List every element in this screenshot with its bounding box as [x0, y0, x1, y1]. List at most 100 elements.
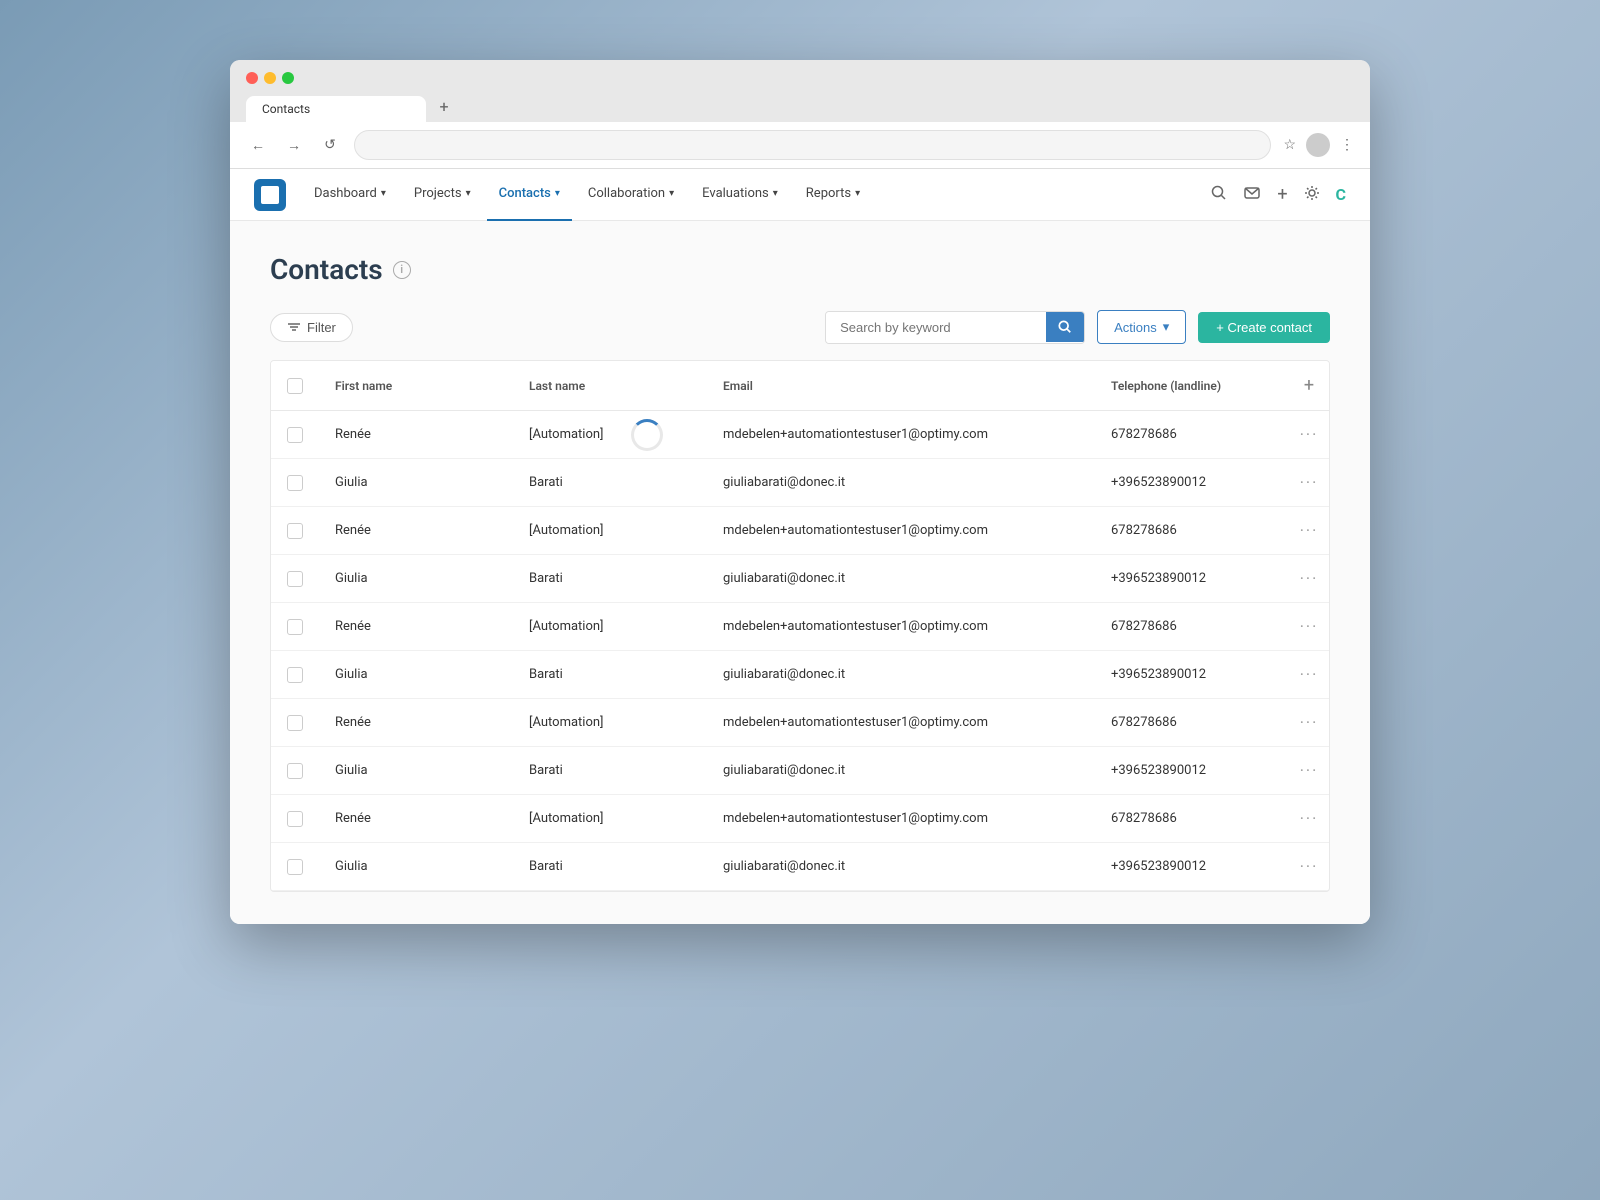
th-add-column[interactable]: +: [1289, 361, 1329, 410]
th-checkbox: [271, 361, 319, 410]
contacts-table: First name Last name Email Telephone (la…: [270, 360, 1330, 892]
notification-icon[interactable]: [1243, 185, 1261, 205]
row-actions-menu[interactable]: ···: [1289, 651, 1329, 698]
actions-chevron: ▾: [1163, 319, 1170, 335]
nav-item-contacts[interactable]: Contacts ▾: [487, 169, 572, 221]
row-last-name: [Automation]: [513, 701, 707, 744]
row-telephone: +396523890012: [1095, 845, 1289, 888]
nav-contacts-chevron: ▾: [555, 188, 560, 199]
page-content: Contacts i Filter: [230, 221, 1370, 924]
row-checkbox[interactable]: [287, 571, 303, 587]
nav-item-collaboration[interactable]: Collaboration ▾: [576, 169, 686, 221]
table-row: Giulia Barati giuliabarati@donec.it +396…: [271, 459, 1329, 507]
app-content: Dashboard ▾ Projects ▾ Contacts ▾ Collab…: [230, 169, 1370, 924]
table-row: Renée [Automation] mdebelen+automationte…: [271, 699, 1329, 747]
row-email: giuliabarati@donec.it: [707, 845, 1095, 888]
row-checkbox[interactable]: [287, 475, 303, 491]
row-first-name: Renée: [319, 605, 513, 648]
active-tab[interactable]: Contacts: [246, 96, 426, 122]
row-actions-menu[interactable]: ···: [1289, 699, 1329, 746]
row-email: mdebelen+automationtestuser1@optimy.com: [707, 797, 1095, 840]
actions-label: Actions: [1114, 320, 1157, 335]
nav-item-dashboard[interactable]: Dashboard ▾: [302, 169, 398, 221]
nav-item-evaluations[interactable]: Evaluations ▾: [690, 169, 790, 221]
filter-button[interactable]: Filter: [270, 313, 353, 342]
search-input[interactable]: [826, 312, 1046, 343]
row-checkbox[interactable]: [287, 715, 303, 731]
row-actions-menu[interactable]: ···: [1289, 603, 1329, 650]
back-button[interactable]: ←: [246, 133, 270, 157]
row-actions-menu[interactable]: ···: [1289, 747, 1329, 794]
nav-item-reports[interactable]: Reports ▾: [794, 169, 872, 221]
row-actions-menu[interactable]: ···: [1289, 411, 1329, 458]
row-actions-menu[interactable]: ···: [1289, 555, 1329, 602]
add-icon[interactable]: +: [1277, 184, 1287, 205]
browser-addressbar: ← → ↺ ☆ ⋮: [230, 122, 1370, 169]
row-checkbox-cell: [271, 509, 319, 553]
row-email: mdebelen+automationtestuser1@optimy.com: [707, 605, 1095, 648]
row-checkbox-cell: [271, 413, 319, 457]
row-last-name: Barati: [513, 461, 707, 504]
row-checkbox[interactable]: [287, 763, 303, 779]
table-header: First name Last name Email Telephone (la…: [271, 361, 1329, 411]
row-first-name: Giulia: [319, 461, 513, 504]
nav-right-icons: + C: [1211, 184, 1346, 205]
row-actions-menu[interactable]: ···: [1289, 795, 1329, 842]
nav-dashboard-label: Dashboard: [314, 186, 377, 201]
actions-button[interactable]: Actions ▾: [1097, 310, 1186, 344]
search-submit-icon: [1058, 320, 1072, 334]
row-checkbox[interactable]: [287, 667, 303, 683]
row-telephone: 678278686: [1095, 509, 1289, 552]
select-all-checkbox[interactable]: [287, 378, 303, 394]
row-last-name: [Automation]: [513, 605, 707, 648]
browser-actions: ☆ ⋮: [1283, 133, 1354, 157]
table-body: Renée [Automation] mdebelen+automationte…: [271, 411, 1329, 891]
user-avatar[interactable]: [1306, 133, 1330, 157]
page-title: Contacts i: [270, 253, 411, 286]
row-telephone: +396523890012: [1095, 653, 1289, 696]
row-checkbox[interactable]: [287, 523, 303, 539]
filter-icon: [287, 320, 301, 334]
search-container: [825, 311, 1085, 344]
nav-evaluations-chevron: ▾: [773, 188, 778, 199]
search-icon[interactable]: [1211, 185, 1227, 205]
row-checkbox[interactable]: [287, 859, 303, 875]
table-row: Renée [Automation] mdebelen+automationte…: [271, 411, 1329, 459]
bookmark-icon[interactable]: ☆: [1283, 137, 1296, 153]
row-last-name: [Automation]: [513, 797, 707, 840]
row-checkbox[interactable]: [287, 619, 303, 635]
row-telephone: 678278686: [1095, 413, 1289, 456]
create-label: + Create contact: [1216, 320, 1312, 335]
settings-icon[interactable]: [1304, 185, 1320, 205]
table-row: Renée [Automation] mdebelen+automationte…: [271, 795, 1329, 843]
create-contact-button[interactable]: + Create contact: [1198, 312, 1330, 343]
maximize-button[interactable]: [282, 72, 294, 84]
row-checkbox[interactable]: [287, 427, 303, 443]
row-actions-menu[interactable]: ···: [1289, 843, 1329, 890]
forward-button[interactable]: →: [282, 133, 306, 157]
toolbar: Filter Actions ▾: [270, 310, 1330, 344]
row-actions-menu[interactable]: ···: [1289, 459, 1329, 506]
top-nav: Dashboard ▾ Projects ▾ Contacts ▾ Collab…: [230, 169, 1370, 221]
app-logo[interactable]: [254, 179, 286, 211]
close-button[interactable]: [246, 72, 258, 84]
row-actions-menu[interactable]: ···: [1289, 507, 1329, 554]
table-row: Giulia Barati giuliabarati@donec.it +396…: [271, 555, 1329, 603]
row-checkbox-cell: [271, 749, 319, 793]
row-first-name: Giulia: [319, 749, 513, 792]
row-telephone: 678278686: [1095, 605, 1289, 648]
info-icon[interactable]: i: [393, 261, 411, 279]
sync-icon[interactable]: C: [1336, 185, 1346, 204]
new-tab-button[interactable]: +: [430, 92, 458, 120]
browser-menu-icon[interactable]: ⋮: [1340, 137, 1354, 153]
filter-label: Filter: [307, 320, 336, 335]
address-bar[interactable]: [354, 130, 1271, 160]
nav-projects-label: Projects: [414, 186, 462, 201]
row-checkbox[interactable]: [287, 811, 303, 827]
minimize-button[interactable]: [264, 72, 276, 84]
nav-item-projects[interactable]: Projects ▾: [402, 169, 483, 221]
row-email: giuliabarati@donec.it: [707, 461, 1095, 504]
search-button[interactable]: [1046, 312, 1084, 342]
row-first-name: Renée: [319, 413, 513, 456]
refresh-button[interactable]: ↺: [318, 133, 342, 157]
